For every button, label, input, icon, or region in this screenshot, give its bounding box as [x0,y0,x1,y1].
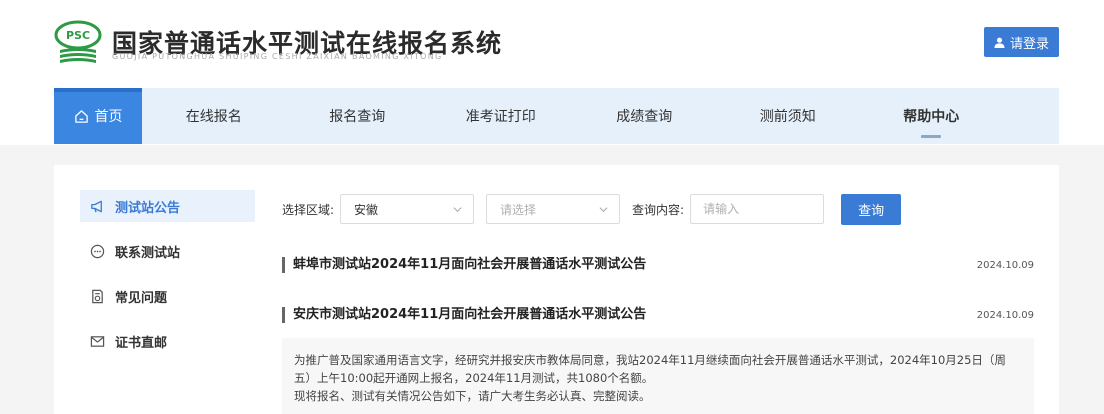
nav-label: 测前须知 [759,109,816,125]
nav-label: 在线报名 [185,109,242,125]
nav-item-help-center[interactable]: 帮助中心 [860,88,1004,144]
nav-label: 准考证打印 [465,109,536,125]
login-button[interactable]: 请登录 [984,27,1059,57]
site-subtitle: GUOJIA PUTONGHUA SHUIPING CESHI ZAIXIAN … [112,52,443,61]
province-select[interactable]: 安徽 [340,194,475,224]
sidebar-item-label: 证书直邮 [115,335,168,351]
nav-item-test-notice[interactable]: 测前须知 [716,88,860,144]
nav-label: 首页 [94,109,123,125]
document-question-icon [92,289,103,303]
notice-summary: 为推广普及国家通用语言文字，经研究并报安庆市教体局同意，我站2024年11月继续… [282,338,1034,414]
query-input[interactable] [690,194,825,224]
chevron-down-icon [599,206,608,212]
nav-item-admission-ticket[interactable]: 准考证打印 [429,88,573,144]
site-header: PSC 国家普通话水平测试在线报名系统 GUOJIA PUTONGHUA SHU… [0,0,1104,145]
sidebar-item-certificate-mail[interactable]: 证书直邮 [80,325,255,357]
notice-item[interactable]: 蚌埠市测试站2024年11月面向社会开展普通话水平测试公告 2024.10.09 [282,255,1034,275]
user-icon [994,37,1005,48]
sidebar-item-label: 联系测试站 [115,245,181,261]
filter-bar: 选择区域: 安徽 请选择 查询内容: 查询 [282,193,902,225]
city-select[interactable]: 请选择 [486,194,621,224]
nav-item-home[interactable]: 首页 [54,88,142,144]
region-label: 选择区域: [282,202,335,217]
notice-item[interactable]: 安庆市测试站2024年11月面向社会开展普通话水平测试公告 2024.10.09 [282,305,1034,325]
sidebar: 测试站公告 联系测试站 常见问题 证书直邮 [80,190,255,370]
sidebar-item-faq[interactable]: 常见问题 [80,280,255,312]
megaphone-icon [91,200,102,212]
notice-title[interactable]: 蚌埠市测试站2024年11月面向社会开展普通话水平测试公告 [282,257,646,273]
sidebar-item-contact-station[interactable]: 联系测试站 [80,235,255,267]
notice-date: 2024.10.09 [976,309,1034,321]
notice-title[interactable]: 安庆市测试站2024年11月面向社会开展普通话水平测试公告 [282,307,646,323]
nav-label: 帮助中心 [903,109,960,125]
main-nav: 首页 在线报名 报名查询 准考证打印 成绩查询 测前须知 帮助中心 [54,88,1059,144]
chat-icon [90,244,105,258]
nav-item-online-registration[interactable]: 在线报名 [142,88,286,144]
logo-text: PSC [66,29,90,42]
nav-item-score-query[interactable]: 成绩查询 [573,88,717,144]
home-icon [74,109,88,123]
sidebar-item-label: 测试站公告 [115,200,181,216]
nav-label: 报名查询 [329,109,386,125]
sidebar-item-station-announcements[interactable]: 测试站公告 [80,190,255,222]
search-button[interactable]: 查询 [841,193,902,225]
city-placeholder: 请选择 [500,202,537,217]
summary-paragraph: 现将报名、测试有关情况公告如下，请广大考生务必认真、完整阅读。 [294,389,651,403]
chevron-down-icon [453,206,462,212]
sidebar-item-label: 常见问题 [115,290,168,306]
notice-date: 2024.10.09 [976,259,1034,271]
query-label: 查询内容: [632,202,685,217]
nav-label: 成绩查询 [616,109,673,125]
province-value: 安徽 [354,202,379,217]
content-panel: 测试站公告 联系测试站 常见问题 证书直邮 选择区域: 安徽 请选择 查询内容:… [54,165,1059,414]
summary-paragraph: 为推广普及国家通用语言文字，经研究并报安庆市教体局同意，我站2024年11月继续… [294,353,1006,385]
mail-icon [90,335,105,347]
psc-logo: PSC [54,20,102,63]
login-label: 请登录 [1009,36,1049,52]
nav-item-registration-query[interactable]: 报名查询 [286,88,430,144]
